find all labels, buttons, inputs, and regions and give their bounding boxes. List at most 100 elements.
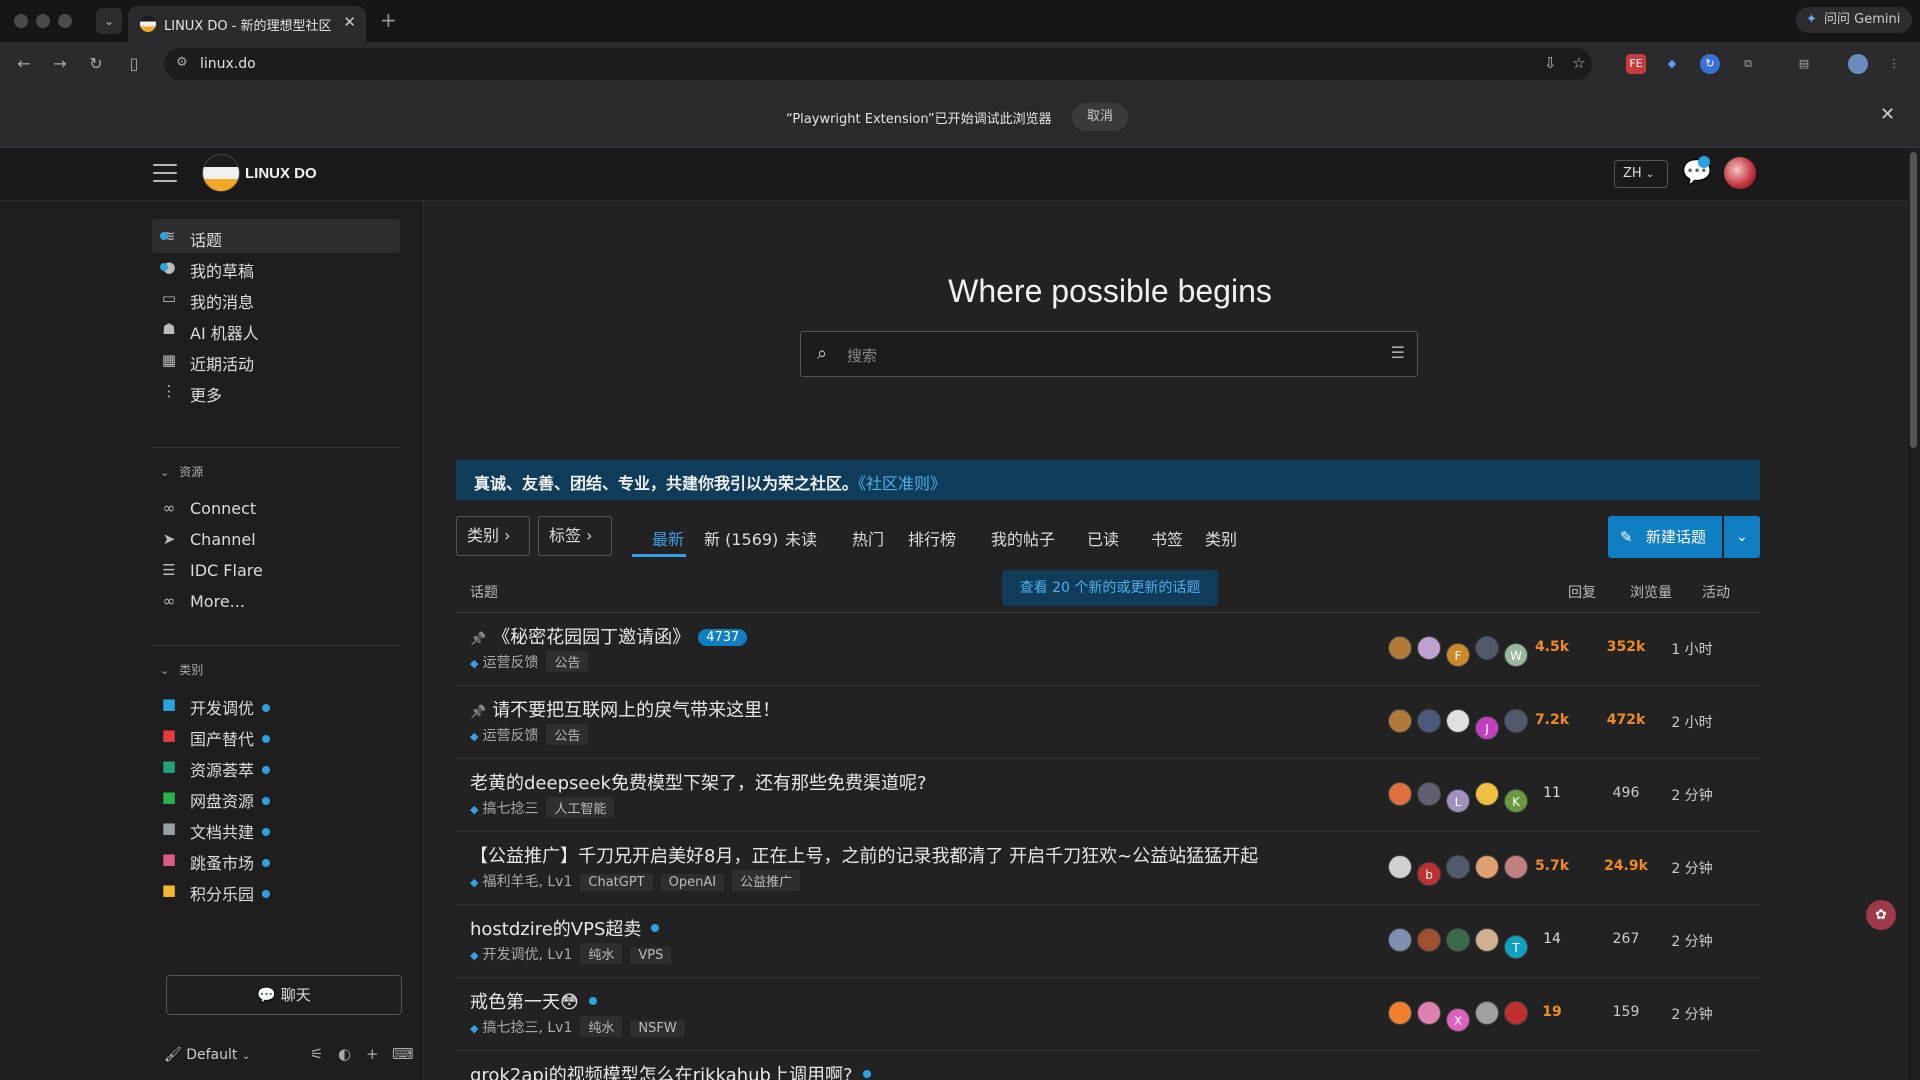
sidebar-section-categories[interactable]: ⌄ 类别	[160, 661, 203, 678]
browser-tab[interactable]: LINUX DO - 新的理想型社区 ✕	[128, 6, 366, 42]
sidebar-category-1[interactable]: ■ 国产替代	[152, 718, 400, 752]
topic-replies[interactable]: 19	[1512, 1004, 1592, 1020]
banner-guidelines-link[interactable]: 《社区准则》	[858, 474, 946, 493]
sliders-icon[interactable]: ⚟	[310, 1045, 323, 1063]
topic-title[interactable]: grok2api的视频模型怎么在rikkahub上调用啊?	[470, 1061, 871, 1080]
poster-avatar[interactable]	[1475, 636, 1499, 660]
topic-row[interactable]: grok2api的视频模型怎么在rikkahub上调用啊?	[456, 1051, 1760, 1080]
topic-category[interactable]: 开发调优, Lv1	[482, 947, 572, 963]
topic-activity[interactable]: 2 分钟	[1652, 1004, 1732, 1024]
nav-tab-7[interactable]: 书签	[1151, 526, 1183, 550]
site-logo-text[interactable]: LINUX DO	[245, 165, 317, 182]
topic-category[interactable]: 运营反馈	[482, 728, 538, 744]
poster-avatar[interactable]	[1417, 709, 1441, 733]
sidebar-item-3[interactable]: ☗ AI 机器人	[152, 312, 400, 346]
keyboard-icon[interactable]: ⌨	[392, 1045, 414, 1063]
topic-category[interactable]: 福利羊毛, Lv1	[482, 874, 572, 890]
topic-tag[interactable]: 人工智能	[546, 797, 615, 818]
topic-row[interactable]: 📌 《秘密花园园丁邀请函》 4737 ◆ 运营反馈 公告 F W 4.5k 352k 1 小时	[456, 613, 1760, 686]
infobar-close-icon[interactable]: ✕	[1880, 104, 1895, 125]
topic-activity[interactable]: 2 分钟	[1652, 785, 1732, 805]
topic-tag[interactable]: VPS	[630, 947, 672, 964]
poster-avatar[interactable]	[1388, 636, 1412, 660]
sidebar-category-0[interactable]: ■ 开发调优	[152, 687, 400, 721]
sidebar-item-5[interactable]: ⋮ 更多	[152, 374, 400, 408]
extension-sync-icon[interactable]: ↻	[1700, 54, 1720, 74]
theme-selector[interactable]: 🖌 Default ⌄	[164, 1047, 250, 1063]
topic-tag[interactable]: 纯水	[580, 1016, 623, 1037]
col-topic[interactable]: 话题	[470, 582, 498, 602]
extension-fe-icon[interactable]: FE	[1626, 54, 1646, 74]
scrollbar-thumb[interactable]	[1910, 152, 1917, 448]
sidebar-item-0[interactable]: ≋ 话题	[152, 219, 400, 253]
topic-tag[interactable]: ChatGPT	[580, 874, 653, 891]
topic-tag[interactable]: 公益推广	[732, 870, 801, 891]
new-posts-count[interactable]: 4737	[698, 629, 748, 646]
tag-filter[interactable]: 标签 ›	[538, 516, 612, 556]
window-zoom-button[interactable]	[58, 14, 72, 28]
topic-row[interactable]: 老黄的deepseek免费模型下架了，还有那些免费渠道呢? ◆ 搞七捻三 人工智能 L K…	[456, 759, 1760, 832]
poster-avatar[interactable]: X	[1446, 1008, 1470, 1032]
topic-title[interactable]: 📌 《秘密花园园丁邀请函》 4737	[470, 623, 748, 649]
poster-avatar[interactable]	[1475, 1001, 1499, 1025]
nav-tab-2[interactable]: 未读	[785, 526, 817, 550]
language-select[interactable]: ZH ⌄	[1614, 160, 1668, 188]
poster-avatar[interactable]	[1417, 782, 1441, 806]
profile-avatar[interactable]	[1848, 54, 1868, 74]
poster-avatar[interactable]: b	[1417, 862, 1441, 886]
topic-row[interactable]: hostdzire的VPS超卖 ◆ 开发调优, Lv1 纯水 VPS T 14 267 2 分钟	[456, 905, 1760, 978]
topic-title[interactable]: 戒色第一天😳	[470, 988, 597, 1014]
topic-activity[interactable]: 1 小时	[1652, 639, 1732, 659]
poster-avatar[interactable]: J	[1475, 716, 1499, 740]
page-scrollbar[interactable]	[1908, 148, 1920, 1080]
extensions-puzzle-icon[interactable]: ⧉	[1738, 54, 1758, 74]
topic-title[interactable]: 【公益推广】千刀兄开启美好8月，正在上号，之前的记录我都清了 开启千刀狂欢~公益…	[470, 842, 1258, 868]
hamburger-menu-icon[interactable]	[153, 164, 177, 184]
split-view-icon[interactable]: ▯	[122, 52, 146, 76]
sidebar-resource-0[interactable]: ∞ Connect	[152, 491, 400, 525]
topic-tag[interactable]: 纯水	[580, 943, 623, 964]
col-activity[interactable]: 活动	[1702, 582, 1730, 602]
address-bar[interactable]: ⚙ linux.do ⇩ ☆	[164, 48, 1592, 80]
window-close-button[interactable]	[14, 14, 28, 28]
topic-activity[interactable]: 2 小时	[1652, 712, 1732, 732]
nav-tab-3[interactable]: 热门	[852, 526, 884, 550]
topic-replies[interactable]: 11	[1512, 785, 1592, 801]
nav-tab-1[interactable]: 新 (1569)	[704, 526, 778, 550]
poster-avatar[interactable]	[1475, 782, 1499, 806]
topic-row[interactable]: 戒色第一天😳 ◆ 搞七捻三, Lv1 纯水 NSFW X 19 159 2 分钟	[456, 978, 1760, 1051]
poster-avatar[interactable]	[1388, 855, 1412, 879]
poster-avatar[interactable]: L	[1446, 789, 1470, 813]
filter-sliders-icon[interactable]: ☰	[1391, 343, 1405, 362]
nav-tab-5[interactable]: 我的帖子	[991, 526, 1055, 550]
gemini-button[interactable]: ✦ 问问 Gemini	[1796, 7, 1912, 33]
poster-avatar[interactable]	[1446, 855, 1470, 879]
topic-title[interactable]: 📌 请不要把互联网上的戾气带来这里！	[470, 696, 780, 722]
sidebar-category-6[interactable]: ■ 积分乐园	[152, 873, 400, 907]
sidebar-category-3[interactable]: ■ 网盘资源	[152, 780, 400, 814]
poster-avatar[interactable]	[1475, 855, 1499, 879]
install-app-icon[interactable]: ⇩	[1544, 54, 1557, 72]
poster-avatar[interactable]	[1417, 1001, 1441, 1025]
sidebar-category-4[interactable]: ■ 文档共建	[152, 811, 400, 845]
site-info-icon[interactable]: ⚙	[176, 55, 188, 70]
poster-avatar[interactable]	[1446, 928, 1470, 952]
contrast-icon[interactable]: ◐	[338, 1045, 351, 1063]
poster-avatar[interactable]	[1388, 782, 1412, 806]
col-views[interactable]: 浏览量	[1630, 582, 1672, 602]
poster-avatar[interactable]	[1417, 636, 1441, 660]
poster-avatar[interactable]	[1417, 928, 1441, 952]
col-replies[interactable]: 回复	[1568, 582, 1596, 602]
extension-gem-icon[interactable]: ◆	[1662, 54, 1682, 74]
topic-tag[interactable]: 公告	[546, 651, 589, 672]
tab-search-button[interactable]: ⌄	[96, 8, 122, 34]
sidebar-category-5[interactable]: ■ 跳蚤市场	[152, 842, 400, 876]
topic-tag[interactable]: OpenAI	[660, 874, 725, 891]
topic-tag[interactable]: NSFW	[630, 1020, 685, 1037]
new-tab-button[interactable]: +	[380, 8, 397, 32]
sidebar-item-2[interactable]: ▭ 我的消息	[152, 281, 400, 315]
new-topics-notice[interactable]: 查看 20 个新的或更新的话题	[1002, 570, 1218, 606]
floating-assistant-icon[interactable]: ✿	[1866, 900, 1896, 930]
topic-activity[interactable]: 2 分钟	[1652, 931, 1732, 951]
reload-icon[interactable]: ↻	[84, 52, 108, 76]
